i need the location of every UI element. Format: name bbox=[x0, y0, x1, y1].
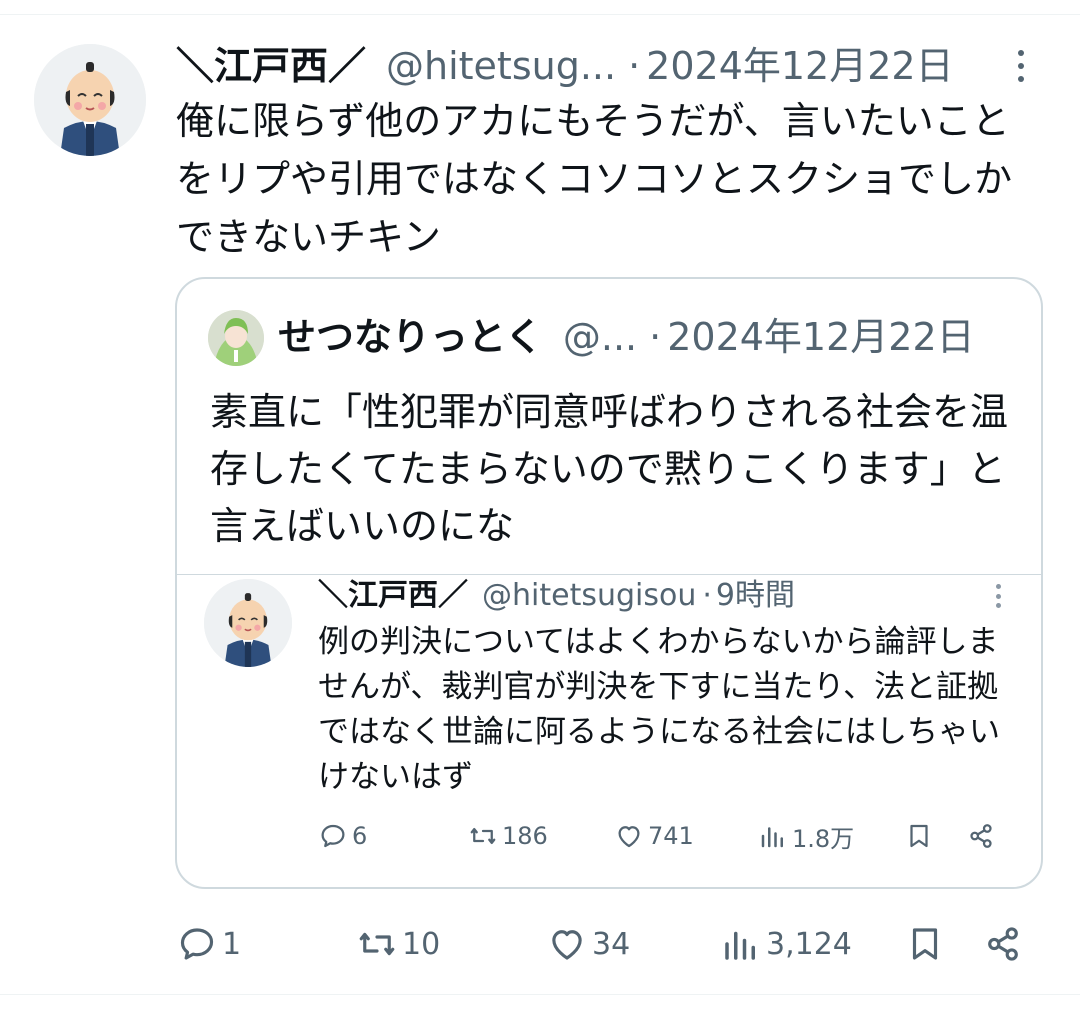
screenshot-author-avatar bbox=[204, 579, 292, 667]
retweet-count: 10 bbox=[402, 926, 441, 962]
screenshot-tweet-time: 9時間 bbox=[715, 578, 795, 613]
author-name[interactable]: ＼江戸西／ bbox=[176, 38, 366, 94]
screenshot-tweet-text: 例の判決についてはよくわからないから論評しませんが、裁判官が判決を下すに当たり、… bbox=[318, 624, 1000, 795]
views-icon bbox=[725, 931, 755, 960]
bookmark-icon bbox=[910, 824, 928, 848]
separator-dot: · bbox=[702, 578, 712, 613]
tweet-header: ＼江戸西／ @hitetsug... · 2024年12月22日 bbox=[176, 38, 954, 94]
tweet-text: 俺に限らず他のアカにもそうだが、言いたいことをリプや引用ではなくコソコソとスクシ… bbox=[176, 99, 1013, 259]
quoted-author-handle: @... bbox=[562, 315, 638, 359]
bookmark-icon bbox=[912, 928, 938, 960]
separator-dot: · bbox=[628, 44, 641, 88]
quoted-author-name: せつなりっとく bbox=[278, 315, 543, 359]
screenshot-author-handle: @hitetsugisou bbox=[482, 578, 697, 613]
screenshot-reply-count: 6 bbox=[352, 822, 368, 850]
like-icon bbox=[552, 930, 582, 960]
quoted-tweet-header: せつなりっとく @... · 2024年12月22日 bbox=[278, 312, 975, 362]
screenshot-tweet-header: ＼江戸西／ @hitetsugisou · 9時間 bbox=[318, 576, 795, 616]
like-icon bbox=[618, 826, 640, 848]
like-button[interactable]: 34 bbox=[546, 920, 630, 968]
author-handle[interactable]: @hitetsug... bbox=[386, 38, 616, 94]
screenshot-retweet-stat: 186 bbox=[468, 818, 548, 854]
reply-button[interactable]: 1 bbox=[176, 920, 241, 968]
views-icon bbox=[761, 827, 783, 848]
share-icon bbox=[988, 927, 1018, 961]
quoted-author-avatar bbox=[208, 310, 264, 366]
reply-count: 1 bbox=[222, 926, 242, 962]
retweet-icon bbox=[470, 828, 496, 844]
separator-dot: · bbox=[649, 315, 662, 359]
share-icon bbox=[970, 824, 992, 848]
bottom-divider bbox=[0, 994, 1080, 995]
screenshot-bookmark-icon bbox=[904, 818, 938, 854]
screenshot-like-stat: 741 bbox=[614, 818, 694, 854]
screenshot-reply-stat: 6 bbox=[318, 818, 367, 854]
screenshot-divider bbox=[177, 574, 1041, 575]
views-count: 3,124 bbox=[766, 926, 852, 962]
tweet-date[interactable]: 2024年12月22日 bbox=[646, 38, 953, 94]
reply-icon bbox=[180, 928, 214, 960]
screenshot-views-count: 1.8万 bbox=[792, 824, 855, 853]
like-count: 34 bbox=[592, 926, 631, 962]
share-button[interactable] bbox=[982, 920, 1028, 968]
more-icon[interactable] bbox=[1018, 50, 1024, 82]
screenshot-author-name: ＼江戸西／ bbox=[318, 578, 468, 613]
screenshot-share-icon bbox=[966, 818, 1000, 854]
bookmark-button[interactable] bbox=[904, 920, 950, 968]
quoted-tweet-text: 素直に「性犯罪が同意呼ばわりされる社会を温存したくてたまらないので黙りこくります… bbox=[210, 390, 1009, 548]
views-button[interactable]: 3,124 bbox=[720, 920, 852, 968]
reply-icon bbox=[321, 824, 345, 848]
screenshot-views-stat: 1.8万 bbox=[758, 818, 854, 854]
screenshot-more-icon bbox=[996, 584, 1001, 608]
quoted-tweet-date: 2024年12月22日 bbox=[667, 315, 975, 359]
screenshot-like-count: 741 bbox=[648, 822, 694, 850]
retweet-button[interactable]: 10 bbox=[356, 920, 440, 968]
screenshot-retweet-count: 186 bbox=[502, 822, 548, 850]
top-divider bbox=[0, 14, 1080, 15]
author-avatar[interactable] bbox=[34, 44, 146, 156]
retweet-icon bbox=[359, 932, 395, 956]
